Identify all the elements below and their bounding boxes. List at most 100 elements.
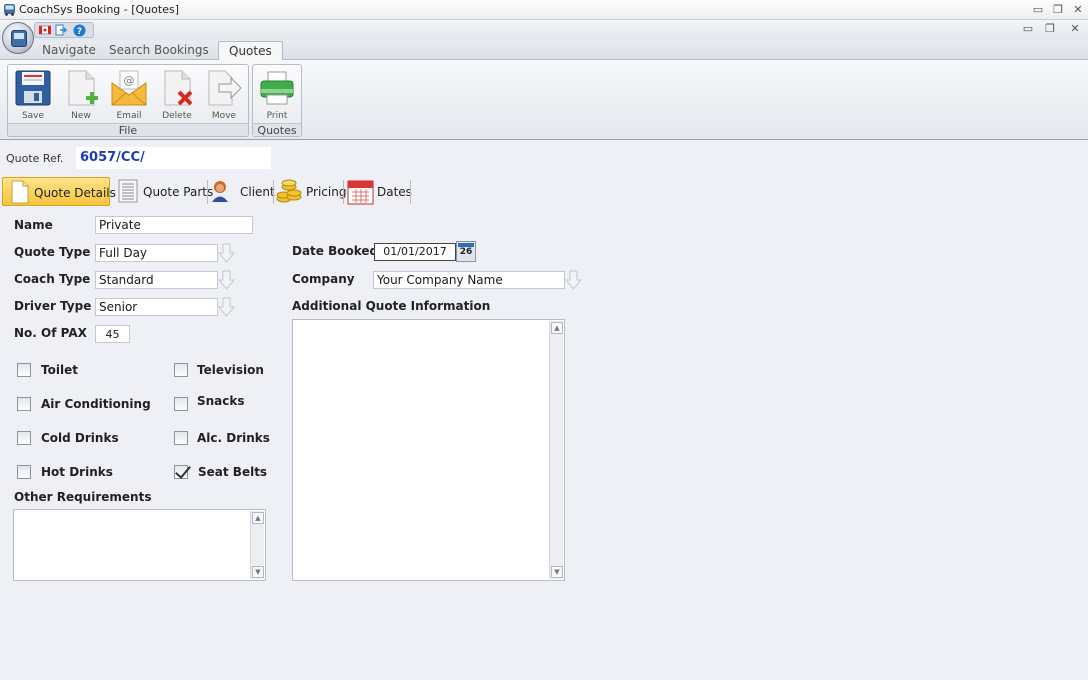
printer-icon xyxy=(260,71,294,105)
tab-navigate[interactable]: Navigate xyxy=(42,43,96,57)
hot-drinks-checkbox[interactable] xyxy=(17,465,31,479)
pax-label: No. Of PAX xyxy=(14,326,87,340)
flag-icon[interactable] xyxy=(38,24,52,36)
date-booked-field[interactable]: 01/01/2017 xyxy=(374,243,456,261)
quote-type-label: Quote Type xyxy=(14,245,91,259)
calendar-picker-icon[interactable]: 26 xyxy=(456,241,476,262)
coach-type-select[interactable]: Standard xyxy=(95,271,218,289)
television-label: Television xyxy=(197,363,264,377)
tab-quote-parts-label: Quote Parts xyxy=(143,185,214,199)
svg-text:?: ? xyxy=(77,27,82,37)
tab-pricing[interactable]: Pricing xyxy=(275,177,346,206)
quote-type-select[interactable]: Full Day xyxy=(95,244,218,262)
quote-ref-field[interactable]: 6057/CC/ xyxy=(76,147,271,169)
exit-icon[interactable] xyxy=(55,24,68,36)
hot-drinks-label: Hot Drinks xyxy=(41,465,113,479)
additional-info-textarea[interactable]: ▲ ▼ xyxy=(292,319,565,581)
print-label: Print xyxy=(266,111,288,121)
tab-quote-parts[interactable]: Quote Parts xyxy=(116,177,213,206)
delete-button[interactable]: Delete xyxy=(154,67,200,121)
tab-quote-details[interactable]: Quote Details xyxy=(2,177,116,206)
new-button[interactable]: New xyxy=(58,67,104,121)
email-label: Email xyxy=(116,111,142,121)
driver-type-select[interactable]: Senior xyxy=(95,298,218,316)
email-button[interactable]: @ Email xyxy=(106,67,152,121)
file-group: Save New @ Email Delete Move File xyxy=(7,64,249,137)
cold-drinks-checkbox[interactable] xyxy=(17,431,31,445)
tab-quote-details-label: Quote Details xyxy=(34,186,116,200)
window-title: CoachSys Booking - [Quotes] xyxy=(19,3,179,16)
title-bar: CoachSys Booking - [Quotes] ▭ ❐ ✕ xyxy=(0,0,1088,20)
bus-icon xyxy=(11,30,27,47)
scroll-down-icon[interactable]: ▼ xyxy=(551,566,563,578)
application-menu-button[interactable] xyxy=(2,22,34,54)
air-conditioning-checkbox[interactable] xyxy=(17,397,31,411)
coach-type-label: Coach Type xyxy=(14,272,91,286)
restore-button[interactable]: ❐ xyxy=(1051,3,1065,16)
child-close-button[interactable]: ✕ xyxy=(1068,22,1082,35)
company-select[interactable]: Your Company Name xyxy=(373,271,565,289)
help-icon[interactable]: ? xyxy=(73,24,86,37)
tab-dates-label: Dates xyxy=(377,185,412,199)
move-label: Move xyxy=(211,111,237,121)
tab-client-label: Client xyxy=(240,185,275,199)
snacks-checkbox[interactable] xyxy=(174,397,188,411)
ribbon-panel: Save New @ Email Delete Move File Print … xyxy=(0,60,1088,140)
quick-access-toolbar: ? xyxy=(34,22,94,38)
dropdown-arrow-icon[interactable] xyxy=(218,243,235,263)
name-field[interactable]: Private xyxy=(95,216,253,234)
bus-app-icon xyxy=(4,4,15,16)
floppy-disk-icon xyxy=(15,70,51,106)
scroll-down-icon[interactable]: ▼ xyxy=(252,566,264,578)
svg-text:@: @ xyxy=(124,74,135,87)
dropdown-arrow-icon[interactable] xyxy=(218,270,235,290)
scroll-up-icon[interactable]: ▲ xyxy=(252,512,264,524)
scroll-up-icon[interactable]: ▲ xyxy=(551,322,563,334)
child-minimize-button[interactable]: ▭ xyxy=(1021,22,1035,35)
dropdown-arrow-icon[interactable] xyxy=(565,270,582,290)
minimize-button[interactable]: ▭ xyxy=(1031,3,1045,16)
tab-search-bookings[interactable]: Search Bookings xyxy=(109,43,209,57)
tab-separator xyxy=(410,180,411,204)
move-button[interactable]: Move xyxy=(201,67,247,121)
ribbon-tabs: Navigate Search Bookings Quotes xyxy=(0,40,1088,61)
alc-drinks-checkbox[interactable] xyxy=(174,431,188,445)
other-requirements-label: Other Requirements xyxy=(14,490,152,504)
quotes-group-label: Quotes xyxy=(253,123,301,137)
delete-label: Delete xyxy=(162,111,192,121)
close-button[interactable]: ✕ xyxy=(1071,3,1085,16)
print-button[interactable]: Print xyxy=(254,67,300,121)
name-label: Name xyxy=(14,218,53,232)
air-conditioning-label: Air Conditioning xyxy=(41,397,151,411)
tab-client[interactable]: Client xyxy=(209,177,275,206)
tab-separator xyxy=(343,180,344,204)
move-arrow-icon xyxy=(208,70,242,106)
tab-separator xyxy=(273,180,274,204)
dropdown-arrow-icon[interactable] xyxy=(218,297,235,317)
vertical-scrollbar[interactable]: ▲ ▼ xyxy=(250,511,264,579)
calendar-icon xyxy=(347,180,374,205)
tab-dates[interactable]: Dates xyxy=(347,177,412,206)
email-envelope-icon: @ xyxy=(111,70,147,106)
seat-belts-checkbox[interactable] xyxy=(174,465,188,479)
delete-document-icon xyxy=(164,70,193,106)
other-requirements-textarea[interactable]: ▲ ▼ xyxy=(13,509,266,581)
seat-belts-label: Seat Belts xyxy=(198,465,268,479)
television-checkbox[interactable] xyxy=(174,363,188,377)
file-group-label: File xyxy=(8,123,248,137)
save-label: Save xyxy=(21,111,45,121)
person-icon xyxy=(212,181,228,202)
additional-info-label: Additional Quote Information xyxy=(292,299,491,313)
toilet-label: Toilet xyxy=(41,363,78,377)
new-document-icon xyxy=(68,70,98,106)
save-button[interactable]: Save xyxy=(10,67,56,121)
child-restore-button[interactable]: ❐ xyxy=(1043,22,1057,35)
document-icon xyxy=(11,180,29,204)
vertical-scrollbar[interactable]: ▲ ▼ xyxy=(549,321,563,579)
toilet-checkbox[interactable] xyxy=(17,363,31,377)
pax-field[interactable]: 45 xyxy=(95,325,130,343)
new-label: New xyxy=(71,111,91,121)
coins-icon xyxy=(276,179,302,203)
mdi-control-bar: ▭ ❐ ✕ xyxy=(0,20,1088,40)
tab-quotes[interactable]: Quotes xyxy=(218,41,283,61)
